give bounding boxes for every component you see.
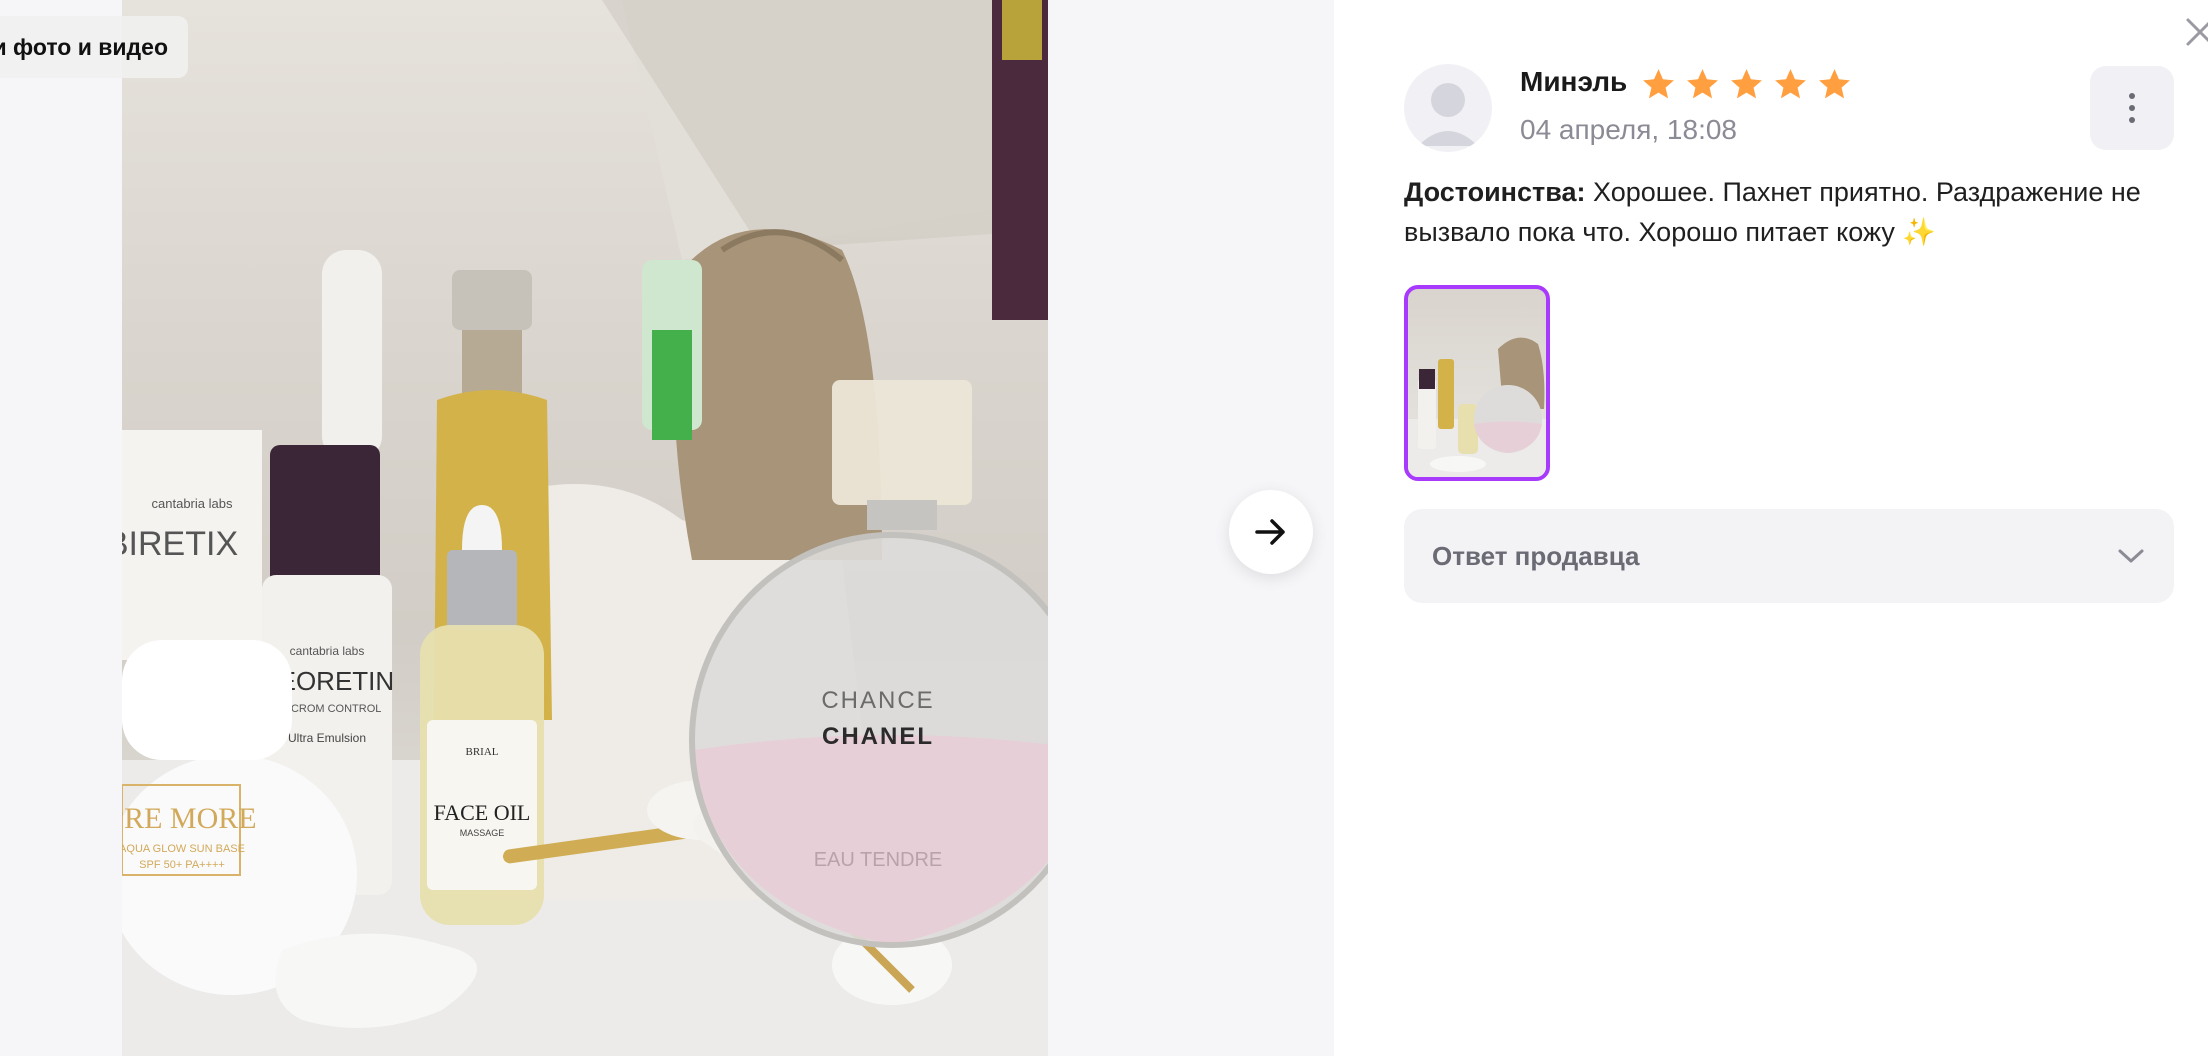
sachet-name: BIRETIX xyxy=(122,525,238,563)
review-photo: cantabria labs BIRETIX cantabria labs NE… xyxy=(122,0,1048,1056)
media-viewer: cantabria labs BIRETIX cantabria labs NE… xyxy=(0,0,1334,1056)
oil-name: FACE OIL xyxy=(434,800,531,825)
all-photos-videos-button[interactable]: и фото и видео xyxy=(0,16,188,78)
review-date: 04 апреля, 18:08 xyxy=(1520,114,1737,145)
chevron-down-icon xyxy=(2118,549,2144,563)
seller-reply-label: Ответ продавца xyxy=(1432,540,1640,571)
seller-reply-toggle[interactable]: Ответ продавца xyxy=(1404,509,2174,603)
star-icon xyxy=(1643,69,1674,99)
rating-stars xyxy=(1640,66,1853,103)
review-pros: Достоинства: Хорошее. Пахнет приятно. Ра… xyxy=(1404,172,2194,252)
review-photo-thumbnail[interactable] xyxy=(1404,285,1550,481)
star-icon xyxy=(1819,69,1850,99)
star-icon xyxy=(1775,69,1806,99)
pros-label: Достоинства: xyxy=(1404,177,1586,207)
thumbnail-image xyxy=(1408,337,1546,477)
more-options-button[interactable] xyxy=(2090,66,2174,150)
sachet-brand: cantabria labs xyxy=(152,496,233,511)
star-icon xyxy=(1687,69,1718,99)
more-vertical-icon xyxy=(2129,93,2135,123)
close-icon[interactable] xyxy=(2184,16,2208,48)
product-photo-illustration: cantabria labs BIRETIX cantabria labs NE… xyxy=(122,0,1048,1056)
jar-sub: AQUA GLOW SUN BASE xyxy=(122,843,245,855)
perfume-line2: CHANEL xyxy=(822,723,934,750)
jar-brand: PRE MORE xyxy=(122,802,257,835)
all-photos-videos-label: и фото и видео xyxy=(0,33,168,60)
next-photo-button[interactable] xyxy=(1229,490,1313,574)
review-author: Минэль xyxy=(1520,66,1628,97)
user-placeholder-icon xyxy=(1418,83,1478,146)
bottle-line: Ultra Emulsion xyxy=(288,731,366,745)
oil-brand: BRIAL xyxy=(466,746,499,758)
bottle-brand: cantabria labs xyxy=(290,644,365,658)
star-icon xyxy=(1731,69,1762,99)
arrow-right-icon xyxy=(1255,519,1285,545)
oil-sub: MASSAGE xyxy=(460,828,505,838)
avatar xyxy=(1404,64,1492,152)
perfume-line1: CHANCE xyxy=(821,687,934,714)
perfume-line3: EAU TENDRE xyxy=(814,849,943,871)
jar-spf: SPF 50+ PA++++ xyxy=(139,859,225,871)
